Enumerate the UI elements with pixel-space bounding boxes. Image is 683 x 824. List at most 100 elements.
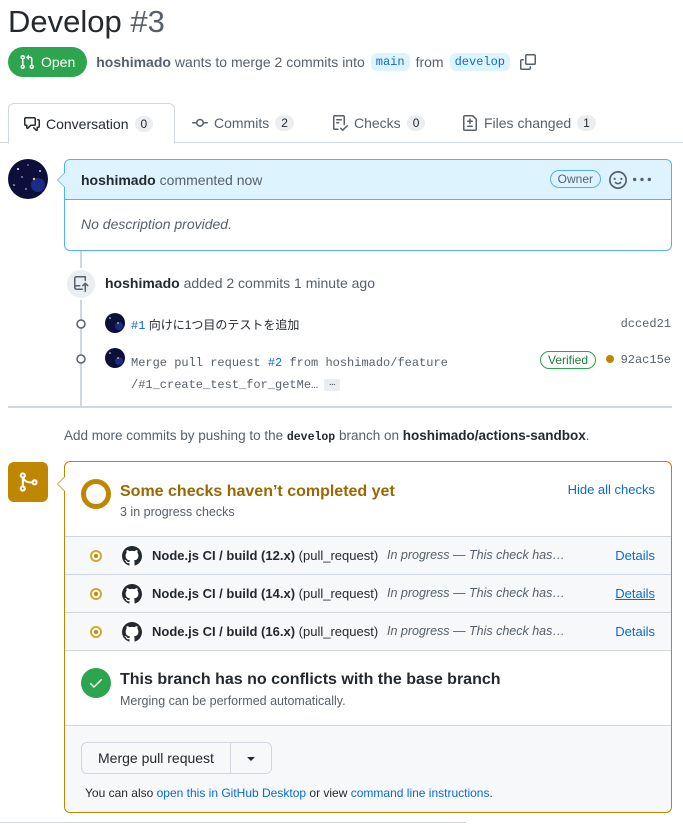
tab-conversation-label: Conversation [46,115,129,132]
check-details-link[interactable]: Details [615,548,655,563]
checklist-icon [333,115,348,131]
check-name: Node.js CI / build (14.x) (pull_request) [152,586,378,601]
tab-commits[interactable]: Commits 2 [184,103,302,143]
push-hint-middle: branch on [338,428,399,443]
pr-state-row: Open hoshimado wants to merge 2 commits … [8,47,537,77]
tab-files-changed-label: Files changed [484,115,572,131]
checks-title: Some checks haven’t completed yet [120,483,395,500]
pr-meta: hoshimado wants to merge 2 commits into … [96,53,537,71]
commit-message-prefix[interactable]: Merge pull request [131,356,261,370]
tab-commits-label: Commits [214,115,270,131]
check-circle-icon [81,668,111,698]
push-hint-after: . [585,428,590,443]
commit-message-suffix[interactable]: from hoshimado/feature [289,356,447,370]
check-event: (pull_request) [298,624,379,639]
head-branch-link[interactable]: develop [449,53,511,71]
commit-avatar[interactable] [105,348,125,368]
pr-title-text: Develop [8,4,122,39]
kebab-horizontal-icon[interactable] [633,171,651,189]
repo-push-icon [65,268,97,300]
tab-files-changed[interactable]: Files changed 1 [454,103,604,143]
command-line-instructions-link[interactable]: command line instructions [351,786,490,800]
check-row: Node.js CI / build (16.x) (pull_request)… [65,613,671,651]
push-author[interactable]: hoshimado [105,275,180,291]
avatar[interactable] [8,159,48,199]
timeline-divider [8,406,672,408]
file-diff-icon [463,115,477,131]
check-status: In progress — This check has started... [387,624,565,638]
check-name: Node.js CI / build (16.x) (pull_request) [152,624,378,639]
commit-avatar[interactable] [105,313,125,333]
merge-note-after: . [489,786,493,800]
check-details-link[interactable]: Details [615,586,655,601]
conflict-status-subtitle: Merging can be performed automatically. [120,694,346,708]
conflict-status-title: This branch has no conflicts with the ba… [120,671,501,688]
merge-button-group: Merge pull request [81,742,272,774]
triangle-down-icon [247,757,255,761]
commit-sha-link[interactable]: dcced21 [621,317,671,331]
tab-checks-count: 0 [406,115,426,131]
check-name: Node.js CI / build (12.x) (pull_request) [152,548,378,563]
git-commit-icon [192,118,208,127]
commit-message: Merge pull request #2 from hoshimado/fea… [131,352,448,396]
tab-commits-count: 2 [275,115,294,131]
pr-number: #3 [130,4,165,39]
expand-message-button[interactable]: … [324,378,341,391]
copy-icon[interactable] [520,54,537,70]
merge-method-dropdown[interactable] [230,743,271,773]
check-name-text: Node.js CI / build (14.x) [152,586,296,601]
page-divider [0,822,466,823]
merge-pull-request-button[interactable]: Merge pull request [82,743,231,773]
git-pull-request-icon [20,54,35,70]
git-merge-icon [8,462,48,502]
open-in-desktop-link[interactable]: open this in GitHub Desktop [157,786,306,800]
in-progress-dot-icon [90,626,102,638]
merge-alternatives-note: You can also open this in GitHub Desktop… [85,786,493,800]
tab-checks[interactable]: Checks 0 [324,103,433,143]
in-progress-dot-icon [90,588,102,600]
pr-title: Develop #3 [8,4,165,40]
check-row: Node.js CI / build (14.x) (pull_request)… [65,575,671,613]
merge-note-before: You can also [85,786,154,800]
pr-tabs: Conversation 0 Commits 2 Checks 0 Files … [0,103,683,144]
check-details-link[interactable]: Details [615,624,655,639]
tab-conversation[interactable]: Conversation 0 [8,103,175,144]
github-actions-logo-icon [122,622,142,642]
open-state-badge: Open [8,47,88,77]
git-commit-node-icon [76,354,86,364]
from-text: from [415,54,444,70]
verified-badge[interactable]: Verified [540,351,597,369]
commit-message-text[interactable]: 向けに1つ目のテストを追加 [149,318,300,332]
base-branch-link[interactable]: main [370,53,410,71]
push-event: hoshimado added 2 commits 1 minute ago [105,275,375,291]
comment-author[interactable]: hoshimado [81,172,156,188]
commit-pr-link[interactable]: #2 [268,356,282,370]
check-status: In progress — This check has started... [387,586,565,600]
check-event: (pull_request) [298,548,379,563]
hide-all-checks-link[interactable]: Hide all checks [568,482,655,497]
check-event: (pull_request) [298,586,379,601]
comment-timestamp[interactable]: commented now [160,172,263,188]
commit-sha-link[interactable]: 92ac15e [621,353,671,367]
pr-meta-text: wants to merge 2 commits into [174,54,365,70]
comment-header: hoshimado commented now Owner [65,160,671,200]
conflict-status: This branch has no conflicts with the ba… [65,652,671,726]
commit-issue-link[interactable]: #1 [131,319,145,333]
owner-badge: Owner [549,170,601,188]
check-status: In progress — This check has started... [387,548,565,562]
check-name-text: Node.js CI / build (16.x) [152,624,296,639]
smiley-icon[interactable] [609,171,627,189]
comment-discussion-icon [24,116,40,131]
pr-author-link[interactable]: hoshimado [96,54,171,70]
push-event-text: added 2 commits 1 minute ago [183,275,376,291]
commit-message: #1 向けに1つ目のテストを追加 [131,316,299,333]
push-hint: Add more commits by pushing to the devel… [64,428,590,444]
github-actions-logo-icon [122,584,142,604]
github-actions-logo-icon [122,546,142,566]
commit-message-line2[interactable]: /#1_create_test_for_getMe… [131,378,318,392]
pending-status-dot[interactable] [606,355,614,363]
tab-checks-label: Checks [354,115,401,131]
checks-subtitle: 3 in progress checks [120,505,235,519]
push-hint-before: Add more commits by pushing to the [64,428,284,443]
merge-box: Some checks haven’t completed yet 3 in p… [57,461,672,813]
